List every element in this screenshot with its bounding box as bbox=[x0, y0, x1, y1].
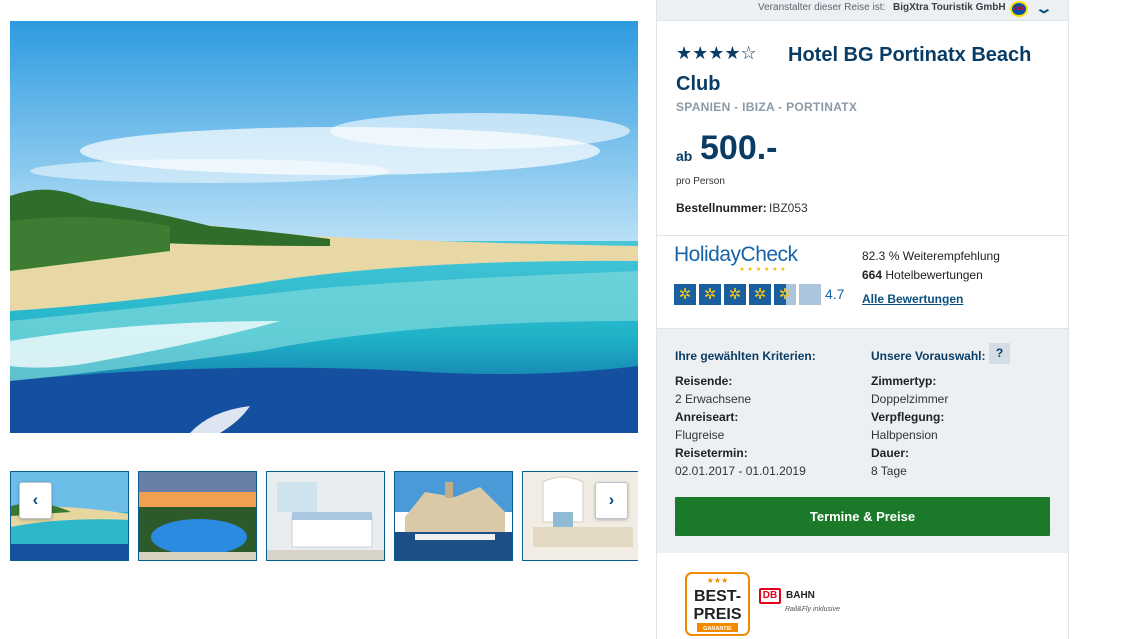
empty-sun-icon bbox=[799, 284, 821, 305]
hotel-offer-page: ‹ › Veranstalter dieser Reise ist: BigXt… bbox=[0, 0, 1140, 639]
criteria-value: 02.01.2017 - 01.01.2019 bbox=[675, 464, 806, 478]
best-price-line1: BEST- bbox=[694, 588, 741, 605]
criteria-label: Anreiseart: bbox=[675, 410, 739, 424]
recommendation-value: 82.3 % bbox=[862, 249, 900, 263]
lidl-logo: LIDL bbox=[1010, 1, 1028, 17]
all-reviews-link[interactable]: Alle Bewertungen bbox=[862, 292, 963, 306]
order-number-label: Bestellnummer: bbox=[676, 201, 767, 215]
price-note: pro Person bbox=[676, 176, 725, 187]
order-number-value: IBZ053 bbox=[769, 201, 808, 215]
recommendation-rate: 82.3 % Weiterempfehlung bbox=[862, 249, 1000, 263]
criteria-value: 2 Erwachsene bbox=[675, 392, 752, 406]
best-price-line3: GARANTIE bbox=[703, 626, 732, 632]
preselection-heading: Unsere Vorauswahl: bbox=[871, 349, 986, 363]
selected-criteria: Ihre gewählten Kriterien: Reisende: 2 Er… bbox=[675, 347, 816, 480]
best-price-stars: ★★★ bbox=[707, 576, 729, 585]
holidaycheck-score: 4.7 bbox=[825, 286, 845, 302]
reviews-count: 664 Hotelbewertungen bbox=[862, 268, 983, 282]
preselection-value: 8 Tage bbox=[871, 464, 907, 478]
preselection-label: Zimmertyp: bbox=[871, 374, 937, 388]
sun-icon: ✲ bbox=[749, 284, 771, 305]
criteria-box: Ihre gewählten Kriterien: Reisende: 2 Er… bbox=[657, 328, 1068, 553]
db-bahn-label: BAHN bbox=[786, 590, 815, 601]
sun-icon: ✲ bbox=[724, 284, 746, 305]
half-sun-icon: ✲ bbox=[774, 284, 796, 305]
reviews-count-label: Hotelbewertungen bbox=[885, 268, 983, 282]
divider bbox=[657, 235, 1068, 236]
dates-prices-button[interactable]: Termine & Preise bbox=[675, 497, 1050, 536]
preselection-label: Verpflegung: bbox=[871, 410, 945, 424]
hotel-name: Hotel BG Portinatx Beach Club bbox=[676, 44, 1032, 95]
db-logo: DB bbox=[759, 588, 781, 604]
pool-thumb[interactable] bbox=[138, 471, 257, 561]
operator-name: BigXtra Touristik GmbH bbox=[893, 2, 1006, 13]
criteria-value: Flugreise bbox=[675, 428, 725, 442]
best-price-badge: ★★★ BEST- PREIS GARANTIE bbox=[685, 572, 750, 636]
thumbnail-strip bbox=[10, 471, 638, 561]
rail-fly-label: Rail&Fly inklusive bbox=[785, 606, 840, 613]
price-prefix: ab bbox=[676, 148, 693, 164]
preselection: Unsere Vorauswahl: Zimmertyp: Doppelzimm… bbox=[871, 347, 985, 480]
offer-panel: Veranstalter dieser Reise ist: BigXtra T… bbox=[656, 0, 1069, 639]
preselection-value: Doppelzimmer bbox=[871, 392, 949, 406]
price-value: 500.- bbox=[700, 129, 778, 167]
recommendation-label: Weiterempfehlung bbox=[902, 249, 1000, 263]
harbour-town-thumb[interactable] bbox=[394, 471, 513, 561]
criteria-label: Reisetermin: bbox=[675, 446, 748, 460]
help-button[interactable]: ? bbox=[989, 343, 1010, 364]
holidaycheck-logo: HolidayCheck bbox=[674, 243, 798, 266]
criteria-heading: Ihre gewählten Kriterien: bbox=[675, 349, 816, 363]
gallery-prev-button[interactable]: ‹ bbox=[19, 482, 52, 519]
hotel-location: SPANIEN - IBIZA - PORTINATX bbox=[676, 100, 858, 114]
chevron-down-icon[interactable]: ⌄ bbox=[1034, 0, 1053, 17]
preselection-label: Dauer: bbox=[871, 446, 910, 460]
best-price-line2: PREIS bbox=[693, 606, 741, 623]
operator-bar: Veranstalter dieser Reise ist: BigXtra T… bbox=[657, 0, 1068, 21]
operator-label: Veranstalter dieser Reise ist: bbox=[758, 2, 886, 13]
gallery-next-button[interactable]: › bbox=[595, 482, 628, 519]
room-thumb[interactable] bbox=[266, 471, 385, 561]
holidaycheck-logo-dots: ● ● ● ● ● ● bbox=[740, 266, 787, 273]
beach-bay-image[interactable] bbox=[10, 21, 638, 433]
sun-icon: ✲ bbox=[699, 284, 721, 305]
reviews-count-value: 664 bbox=[862, 268, 883, 282]
sun-icon: ✲ bbox=[674, 284, 696, 305]
criteria-label: Reisende: bbox=[675, 374, 733, 388]
preselection-value: Halbpension bbox=[871, 428, 938, 442]
